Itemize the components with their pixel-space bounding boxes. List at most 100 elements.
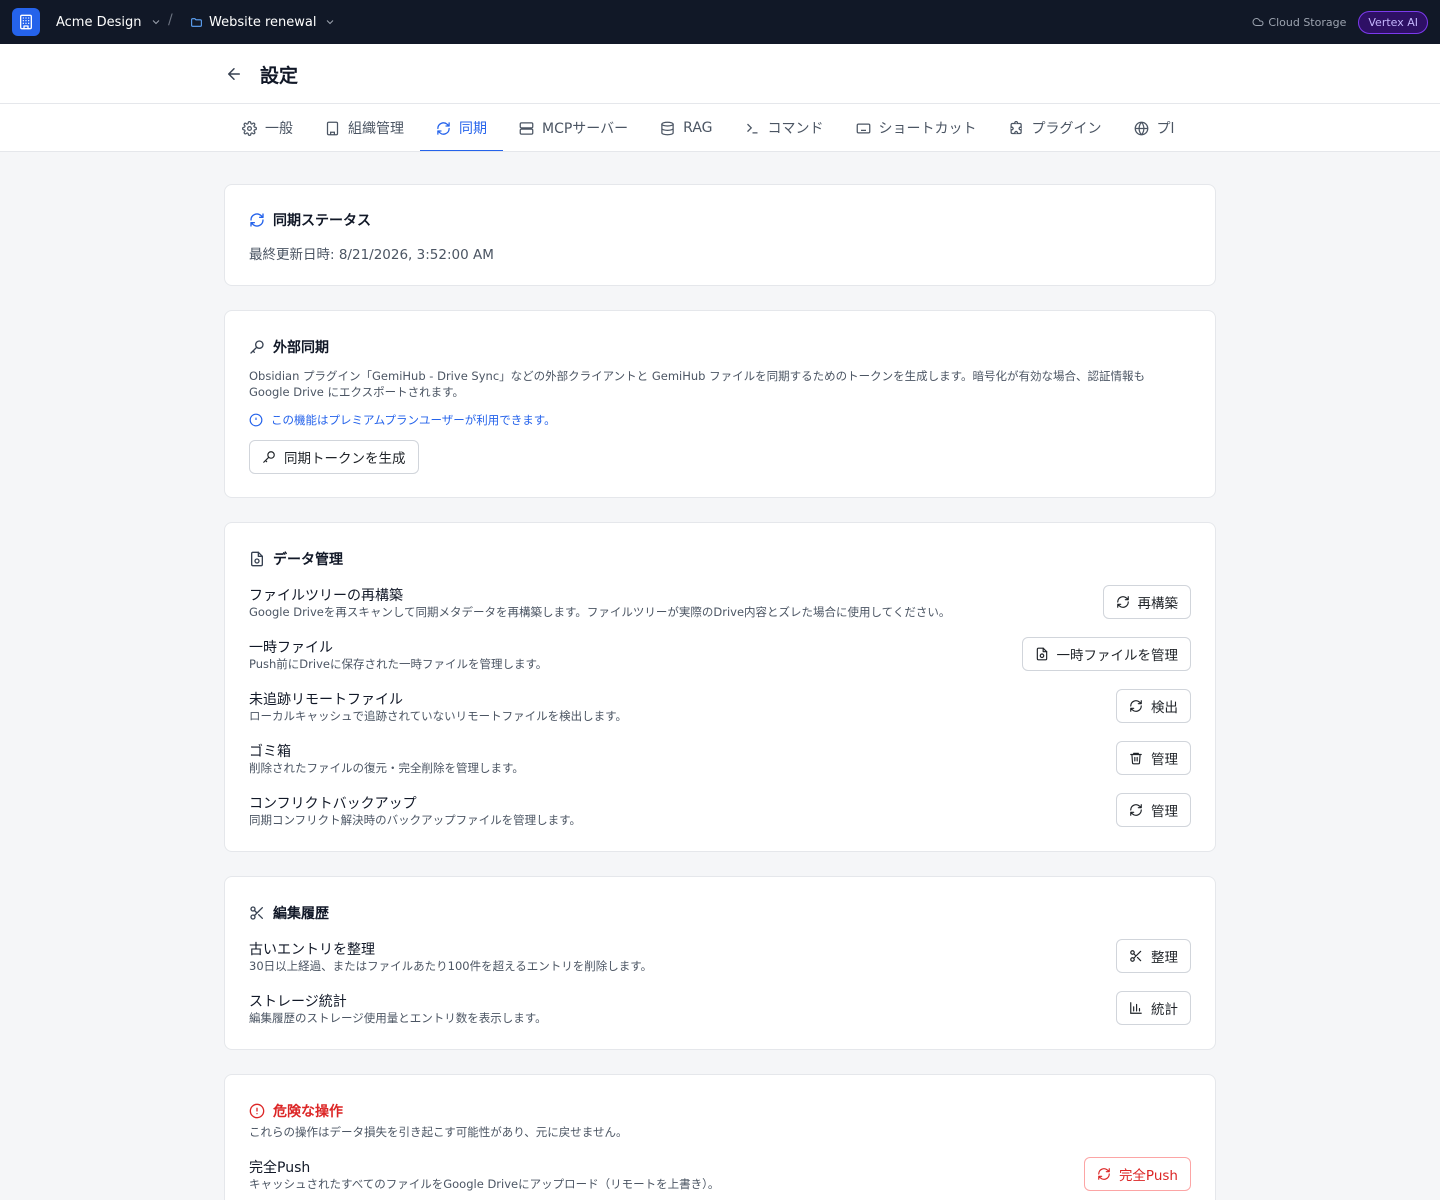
file-sync-icon — [249, 551, 265, 567]
server-icon — [519, 121, 534, 136]
button-label: 管理 — [1151, 804, 1178, 820]
tab-shortcuts[interactable]: ショートカット — [840, 104, 993, 151]
row-title: 一時ファイル — [249, 640, 333, 656]
rebuild-button[interactable]: 再構築 — [1102, 585, 1191, 619]
tab-label: 同期 — [459, 121, 487, 137]
project-switcher[interactable]: Website renewal — [190, 0, 336, 44]
model-badge[interactable]: Vertex AI — [1358, 10, 1428, 34]
key-icon — [249, 339, 265, 355]
tab-label: プラグイン — [1031, 121, 1102, 137]
row-description: 30日以上経過、またはファイルあたり100件を超えるエントリを削除します。 — [249, 959, 653, 973]
description-line: Google Drive にエクスポートされます。 — [249, 385, 465, 399]
description-line: Obsidian プラグイン「GemiHub - Drive Sync」などの外… — [249, 369, 1145, 383]
file-sync-icon — [1035, 647, 1049, 661]
refresh-icon — [1097, 1167, 1111, 1181]
tab-commands[interactable]: コマンド — [729, 104, 840, 151]
tab-label: プl — [1156, 121, 1175, 137]
tab-general[interactable]: 一般 — [226, 104, 309, 151]
row-description: Google Driveを再スキャンして同期メタデータを再構築します。ファイルツ… — [249, 605, 951, 619]
button-label: 一時ファイルを管理 — [1056, 648, 1179, 664]
building-logo-icon[interactable] — [12, 8, 40, 36]
premium-note: この機能はプレミアムプランユーザーが利用できます。 — [249, 412, 556, 428]
building-icon — [325, 121, 340, 136]
row-title: 完全Push — [249, 1160, 311, 1176]
refresh-icon — [1129, 699, 1143, 713]
tab-organization[interactable]: 組織管理 — [309, 104, 420, 151]
storage-label: Cloud Storage — [1268, 15, 1347, 29]
tab-sync[interactable]: 同期 — [420, 104, 503, 151]
row-title: 未追跡リモートファイル — [249, 692, 403, 708]
row-title: 古いエントリを整理 — [249, 942, 375, 958]
button-label: 同期トークンを生成 — [284, 451, 406, 467]
row-description: 同期コンフリクト解決時のバックアップファイルを管理します。 — [249, 813, 582, 827]
scissors-icon — [1129, 949, 1143, 963]
button-label: 再構築 — [1137, 596, 1179, 612]
card-heading: 外部同期 — [249, 337, 329, 357]
last-updated-text: 最終更新日時: 8/21/2026, 3:52:00 AM — [249, 247, 494, 263]
bar-chart-icon — [1129, 1001, 1143, 1015]
button-label: 整理 — [1151, 950, 1178, 966]
tab-plugins[interactable]: プラグイン — [993, 104, 1118, 151]
cloud-icon — [1252, 16, 1264, 28]
row-title: ファイルツリーの再構築 — [249, 588, 403, 604]
tab-truncated[interactable]: プl — [1118, 104, 1191, 151]
trash-icon — [1129, 751, 1143, 765]
card-heading: 危険な操作 — [249, 1101, 343, 1121]
tab-rag[interactable]: RAG — [644, 104, 728, 151]
premium-note-text: この機能はプレミアムプランユーザーが利用できます。 — [271, 413, 556, 427]
globe-icon — [1134, 121, 1149, 136]
workspace-switcher[interactable]: Acme Design — [56, 0, 162, 44]
back-arrow-icon[interactable] — [224, 64, 244, 84]
full-push-button[interactable]: 完全Push — [1083, 1157, 1191, 1191]
card-heading: 同期ステータス — [249, 210, 371, 230]
card-title: 外部同期 — [273, 340, 329, 356]
list-item-untracked-remote: 未追跡リモートファイル ローカルキャッシュで追跡されていないリモートファイルを検… — [249, 689, 1191, 729]
manage-conflict-backup-button[interactable]: 管理 — [1116, 793, 1191, 827]
row-title: ゴミ箱 — [249, 744, 291, 760]
database-icon — [660, 121, 675, 136]
list-item-conflict-backup: コンフリクトバックアップ 同期コンフリクト解決時のバックアップファイルを管理しま… — [249, 793, 1191, 833]
list-item-full-push: 完全Push キャッシュされたすべてのファイルをGoogle Driveにアップ… — [249, 1157, 1191, 1197]
row-description: 編集履歴のストレージ使用量とエントリ数を表示します。 — [249, 1011, 547, 1025]
refresh-icon — [1116, 595, 1130, 609]
row-description: キャッシュされたすべてのファイルをGoogle Driveにアップロード（リモー… — [249, 1177, 720, 1191]
tab-mcp-servers[interactable]: MCPサーバー — [503, 104, 644, 151]
refresh-icon — [1129, 803, 1143, 817]
tab-label: 一般 — [265, 121, 293, 137]
sync-status-card: 同期ステータス 最終更新日時: 8/21/2026, 3:52:00 AM — [224, 184, 1216, 286]
tab-label: ショートカット — [878, 121, 977, 137]
chevron-down-icon — [150, 16, 162, 28]
tab-label: 組織管理 — [348, 121, 404, 137]
card-heading: データ管理 — [249, 549, 343, 569]
row-description: ローカルキャッシュで追跡されていないリモートファイルを検出します。 — [249, 709, 628, 723]
external-sync-card: 外部同期 Obsidian プラグイン「GemiHub - Drive Sync… — [224, 310, 1216, 498]
data-management-card: データ管理 ファイルツリーの再構築 Google Driveを再スキャンして同期… — [224, 522, 1216, 852]
list-item-temp-files: 一時ファイル Push前にDriveに保存された一時ファイルを管理します。 一時… — [249, 637, 1191, 677]
tab-label: RAG — [683, 120, 713, 136]
card-title: 危険な操作 — [273, 1104, 343, 1120]
prune-button[interactable]: 整理 — [1116, 939, 1191, 973]
page-header: 設定 — [0, 44, 1440, 104]
button-label: 統計 — [1151, 1002, 1178, 1018]
chevron-down-icon — [324, 16, 336, 28]
gear-icon — [242, 120, 257, 136]
row-title: コンフリクトバックアップ — [249, 796, 417, 812]
folder-icon — [190, 16, 203, 29]
detect-button[interactable]: 検出 — [1116, 689, 1191, 723]
list-item-trash: ゴミ箱 削除されたファイルの復元・完全削除を管理します。 管理 — [249, 741, 1191, 781]
list-item-storage-stats: ストレージ統計 編集履歴のストレージ使用量とエントリ数を表示します。 統計 — [249, 991, 1191, 1031]
breadcrumb-separator: / — [168, 12, 173, 28]
row-description: Push前にDriveに保存された一時ファイルを管理します。 — [249, 657, 548, 671]
manage-trash-button[interactable]: 管理 — [1116, 741, 1191, 775]
list-item-rebuild-tree: ファイルツリーの再構築 Google Driveを再スキャンして同期メタデータを… — [249, 585, 1191, 625]
alert-circle-icon — [249, 1103, 265, 1119]
card-title: 同期ステータス — [273, 213, 371, 229]
danger-zone-card: 危険な操作 これらの操作はデータ損失を引き起こす可能性があり、元に戻せません。 … — [224, 1074, 1216, 1200]
generate-token-button[interactable]: 同期トークンを生成 — [249, 440, 419, 474]
stats-button[interactable]: 統計 — [1116, 991, 1191, 1025]
info-icon — [249, 413, 263, 427]
keyboard-icon — [856, 121, 871, 136]
manage-temp-files-button[interactable]: 一時ファイルを管理 — [1021, 637, 1191, 671]
button-label: 管理 — [1151, 752, 1178, 768]
danger-subtitle: これらの操作はデータ損失を引き起こす可能性があり、元に戻せません。 — [249, 1125, 628, 1139]
